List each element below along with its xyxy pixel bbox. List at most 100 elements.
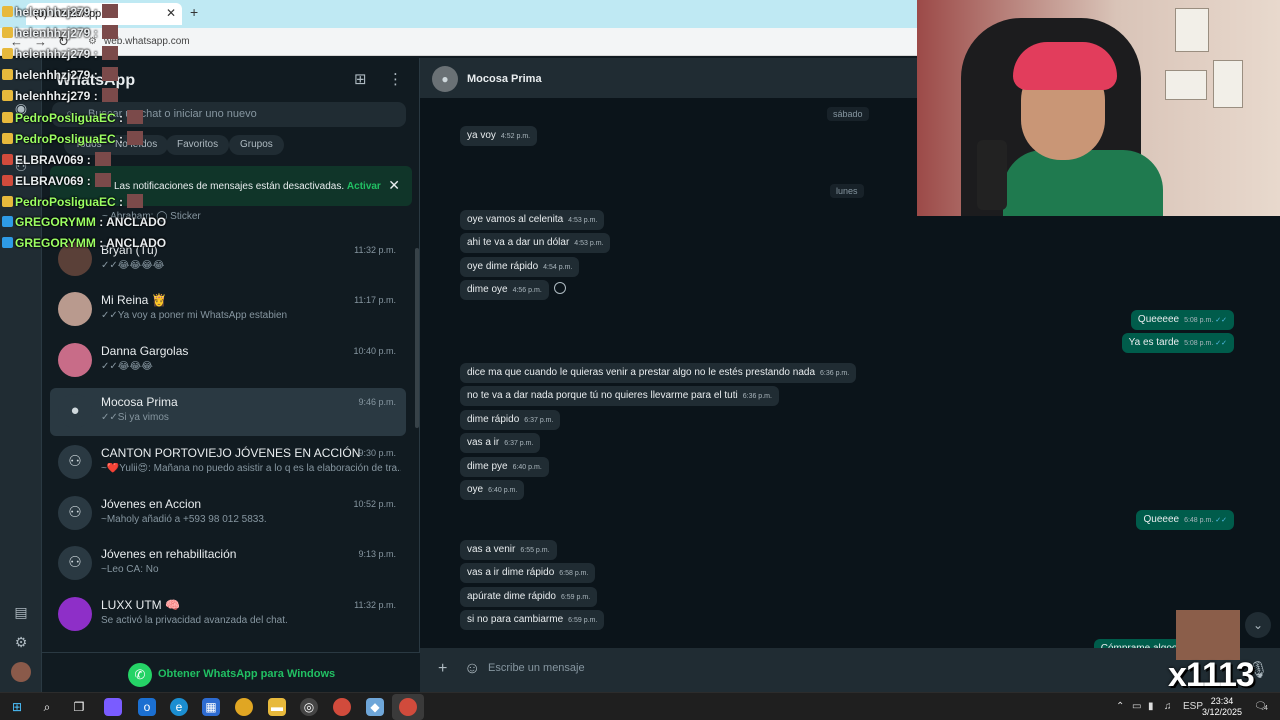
message-text: vas a ir dime rápido bbox=[467, 567, 555, 578]
message-time: 6:36 p.m. bbox=[820, 370, 850, 377]
chat-item-luxx-utm[interactable]: LUXX UTM 🧠 11:32 p.m. Se activó la priva… bbox=[50, 591, 406, 639]
get-whatsapp-banner[interactable]: ✆ Obtener WhatsApp para Windows bbox=[42, 652, 420, 692]
chat-item-mi-reina[interactable]: Mi Reina 👸 11:17 p.m. ✓✓Ya voy a poner m… bbox=[50, 286, 406, 334]
chat-preview: ✓✓😂😂😂😂 bbox=[101, 260, 165, 271]
message-bubble-incoming[interactable]: ahi te va a dar un dólar 4:53 p.m. bbox=[460, 233, 611, 253]
message-bubble-incoming[interactable]: dime oye 4:56 p.m. bbox=[460, 280, 549, 300]
poster-image bbox=[1175, 8, 1209, 52]
message-bubble-incoming[interactable]: vas a ir dime rápido 6:58 p.m. bbox=[460, 563, 596, 583]
chat-item-danna[interactable]: Danna Gargolas 10:40 p.m. ✓✓😂😂😂 bbox=[50, 337, 406, 385]
chat-item-mocosa-prima[interactable]: ● Mocosa Prima 9:46 p.m. ✓✓Si ya vimos bbox=[50, 388, 406, 436]
chat-badge-icon bbox=[2, 196, 13, 207]
search-icon[interactable]: ⌕ bbox=[38, 698, 56, 716]
chat-item-jovenes-rehabilitacion[interactable]: ⚇ Jóvenes en rehabilitación 9:13 p.m. ~L… bbox=[50, 540, 406, 588]
settings-icon[interactable]: ⚙ bbox=[12, 634, 30, 652]
message-time: 6:37 p.m. bbox=[524, 417, 554, 424]
new-tab-icon[interactable]: + bbox=[190, 4, 198, 20]
message-bubble-incoming[interactable]: vas a venir 6:55 p.m. bbox=[460, 540, 557, 560]
activate-notifications-link[interactable]: Activar bbox=[347, 181, 381, 192]
person-icon: ● bbox=[58, 394, 92, 428]
message-bubble-outgoing[interactable]: Ya es tarde 5:08 p.m. ✓✓ bbox=[1121, 333, 1234, 353]
message-text: dime pye bbox=[467, 461, 508, 472]
emote-icon bbox=[127, 110, 144, 124]
clock[interactable]: 23:34 3/12/2025 bbox=[1196, 696, 1248, 718]
chat-badge-icon bbox=[2, 175, 13, 186]
chat-list-scrollbar[interactable] bbox=[415, 248, 419, 428]
chat-item-canton-portoviejo[interactable]: ⚇ CANTON PORTOVIEJO JÓVENES EN ACCIÓN 9:… bbox=[50, 439, 406, 487]
message-bubble-outgoing[interactable]: Queeee 6:48 p.m. ✓✓ bbox=[1136, 510, 1234, 530]
clock-date: 3/12/2025 bbox=[1201, 707, 1243, 717]
network-icon[interactable]: ▭ bbox=[1132, 701, 1141, 712]
avatar bbox=[58, 343, 92, 377]
combo-counter: x1113 bbox=[1168, 656, 1255, 694]
message-text: vas a venir bbox=[467, 544, 516, 555]
message-bubble-incoming[interactable]: apúrate dime rápido 6:59 p.m. bbox=[460, 587, 598, 607]
chat-preview: ✓✓😂😂😂 bbox=[101, 361, 153, 372]
message-bubble-outgoing[interactable]: Queeeee 5:08 p.m. ✓✓ bbox=[1130, 310, 1234, 330]
message-bubble-incoming[interactable]: oye vamos al celenita 4:53 p.m. bbox=[460, 210, 605, 230]
close-banner-icon[interactable]: ✕ bbox=[388, 177, 400, 194]
new-chat-icon[interactable]: ⊞ bbox=[354, 70, 367, 88]
copilot-icon[interactable] bbox=[104, 698, 122, 716]
emoji-react-icon[interactable] bbox=[554, 282, 566, 294]
whatsapp-logo-icon: ✆ bbox=[128, 663, 152, 687]
message-text: dime oye bbox=[467, 284, 508, 295]
store-icon[interactable]: ▦ bbox=[202, 698, 220, 716]
attach-plus-icon[interactable]: + bbox=[438, 660, 447, 678]
obs-icon[interactable]: ◎ bbox=[300, 698, 318, 716]
message-time: 4:56 p.m. bbox=[512, 287, 542, 294]
outlook-icon[interactable]: o bbox=[138, 698, 156, 716]
message-input[interactable]: Escribe un mensaje bbox=[488, 662, 585, 674]
message-time: 6:36 p.m. bbox=[742, 393, 772, 400]
chat-item-jovenes-accion[interactable]: ⚇ Jóvenes en Accion 10:52 p.m. ~Maholy a… bbox=[50, 490, 406, 538]
task-view-icon[interactable]: ❐ bbox=[70, 698, 88, 716]
message-bubble-incoming[interactable]: vas a ir 6:37 p.m. bbox=[460, 433, 541, 453]
chat-preview: ✓✓Ya voy a poner mi WhatsApp estabien bbox=[101, 310, 288, 321]
message-text: vas a ir bbox=[467, 437, 500, 448]
chat-name: Danna Gargolas bbox=[101, 344, 189, 358]
message-bubble-incoming[interactable]: dime pye 6:40 p.m. bbox=[460, 457, 549, 477]
emote-icon bbox=[101, 4, 118, 18]
media-icon[interactable]: ▤ bbox=[12, 604, 30, 622]
volume-icon[interactable]: ♫ bbox=[1164, 701, 1172, 712]
message-bubble-incoming[interactable]: ya voy 4:52 p.m. bbox=[460, 126, 538, 146]
scroll-down-icon[interactable]: ⌄ bbox=[1245, 612, 1271, 638]
chrome-profile-icon[interactable] bbox=[333, 698, 351, 716]
chat-badge-icon bbox=[2, 48, 13, 59]
chrome-icon[interactable] bbox=[235, 698, 253, 716]
stream-chat-line: PedroPosliguaEC : bbox=[2, 194, 144, 212]
emoji-sticker-icon[interactable]: ☺ bbox=[464, 660, 480, 678]
file-explorer-icon[interactable]: ▬ bbox=[268, 698, 286, 716]
message-bubble-incoming[interactable]: oye dime rápido 4:54 p.m. bbox=[460, 257, 580, 277]
message-bubble-incoming[interactable]: oye 6:40 p.m. bbox=[460, 480, 525, 500]
stream-chat-message: : bbox=[90, 26, 98, 40]
message-bubble-incoming[interactable]: si no para cambiarme 6:59 p.m. bbox=[460, 610, 605, 630]
stream-chat-line: helenhhzj279 : bbox=[2, 88, 118, 106]
close-tab-icon[interactable]: ✕ bbox=[166, 6, 176, 20]
menu-icon[interactable]: ⋮ bbox=[388, 70, 403, 88]
stream-chat-username: helenhhzj279 bbox=[15, 68, 91, 82]
message-bubble-incoming[interactable]: dice ma que cuando le quieras venir a pr… bbox=[460, 363, 857, 383]
message-bubble-incoming[interactable]: no te va a dar nada porque tú no quieres… bbox=[460, 386, 779, 406]
read-receipt-icon: ✓✓ bbox=[1215, 517, 1227, 524]
chat-badge-icon bbox=[2, 216, 13, 227]
stream-chat-message: : bbox=[115, 132, 124, 146]
filter-favorites[interactable]: Favoritos bbox=[166, 135, 230, 155]
profile-avatar[interactable] bbox=[11, 662, 31, 682]
emote-icon bbox=[127, 194, 144, 208]
app-icon[interactable]: ◆ bbox=[366, 698, 384, 716]
battery-icon[interactable]: ▮ bbox=[1148, 701, 1154, 712]
stream-chat-username: helenhhzj279 bbox=[15, 89, 91, 103]
message-bubble-incoming[interactable]: dime rápido 6:37 p.m. bbox=[460, 410, 561, 430]
microphone-stand bbox=[977, 140, 1007, 210]
tray-chevron-icon[interactable]: ⌃ bbox=[1116, 701, 1124, 712]
emote-icon bbox=[127, 131, 144, 145]
message-time: 6:59 p.m. bbox=[568, 617, 598, 624]
stream-chat-message: : bbox=[115, 111, 124, 125]
edge-icon[interactable]: e bbox=[170, 698, 188, 716]
filter-groups[interactable]: Grupos bbox=[229, 135, 284, 155]
stream-chat-line: GREGORYMM : ANCLADO bbox=[2, 236, 166, 254]
windows-start-icon[interactable]: ⊞ bbox=[8, 698, 26, 716]
stream-chat-username: ELBRAV069 bbox=[15, 174, 84, 188]
chrome-active-icon[interactable] bbox=[399, 698, 417, 716]
